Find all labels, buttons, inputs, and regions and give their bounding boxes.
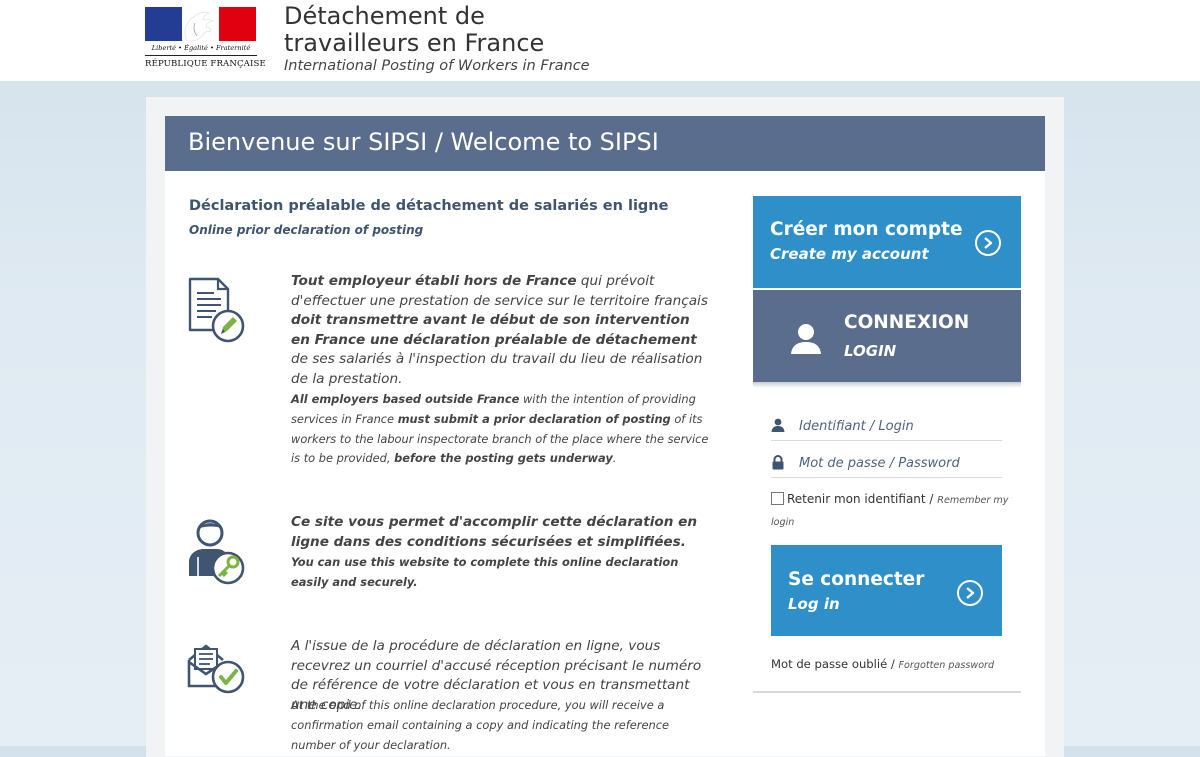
forgot-password-link[interactable]: Mot de passe oublié / Forgotten password	[771, 657, 994, 671]
login-label: LOGIN	[844, 342, 897, 360]
login-field[interactable]	[771, 413, 1002, 441]
forgot-label-en: Forgotten password	[898, 660, 995, 671]
site-title-line1: Détachement de	[284, 2, 485, 30]
password-field[interactable]	[771, 450, 1002, 478]
intro-title: Déclaration préalable de détachement de …	[189, 198, 669, 214]
login-button-label-en: Log in	[788, 595, 840, 613]
flag-motto: Liberté • Égalité • Fraternité	[151, 44, 251, 52]
forgot-label-fr: Mot de passe oublié /	[771, 657, 899, 671]
divider	[145, 55, 257, 56]
marianne-profile-icon	[184, 12, 214, 41]
divider	[753, 691, 1021, 693]
create-account-button[interactable]: Créer mon compte Create my account	[753, 196, 1021, 288]
tricolor-flag	[145, 7, 256, 41]
site-header: Liberté • Égalité • Fraternité RÉPUBLIQU…	[0, 0, 1200, 81]
intro-subtitle: Online prior declaration of posting	[189, 223, 424, 237]
remember-label-fr: Retenir mon identifiant /	[787, 492, 938, 506]
republique-francaise-text: RÉPUBLIQUE FRANÇAISE	[145, 59, 266, 69]
site-title-line2: travailleurs en France	[284, 29, 545, 57]
site-title[interactable]: Détachement de travailleurs en France	[284, 3, 544, 57]
welcome-banner: Bienvenue sur SIPSI / Welcome to SIPSI	[165, 116, 1045, 171]
block2-english-text: You can use this website to complete thi…	[291, 555, 679, 589]
block2-french-text: Ce site vous permet d'accomplir cette dé…	[291, 514, 698, 550]
user-icon	[791, 324, 821, 354]
user-icon	[771, 418, 785, 432]
chevron-right-icon	[975, 230, 1001, 256]
login-panel-header[interactable]: CONNEXION LOGIN	[753, 290, 1021, 382]
chevron-right-icon	[957, 580, 983, 606]
create-account-label-en: Create my account	[770, 245, 929, 263]
create-account-label-fr: Créer mon compte	[770, 219, 963, 240]
welcome-title: Bienvenue sur SIPSI / Welcome to SIPSI	[188, 128, 659, 156]
login-button[interactable]: Se connecter Log in	[771, 545, 1002, 636]
block3-english-text: At the end of this online declaration pr…	[291, 698, 669, 752]
lock-icon	[772, 455, 784, 470]
login-input[interactable]	[799, 415, 999, 437]
user-key-icon	[189, 519, 245, 585]
password-input[interactable]	[799, 452, 999, 474]
login-button-label-fr: Se connecter	[788, 569, 925, 590]
block1-english-text: All employers based outside France with …	[291, 392, 709, 466]
panel-shadow	[753, 382, 1021, 388]
document-pencil-icon	[188, 277, 245, 343]
remember-me[interactable]: Retenir mon identifiant / Remember my lo…	[771, 489, 1011, 533]
marianne-logo[interactable]: Liberté • Égalité • Fraternité RÉPUBLIQU…	[145, 7, 266, 73]
block1-french-text: Tout employeur établi hors de France qui…	[291, 273, 708, 387]
connexion-label: CONNEXION	[844, 312, 970, 333]
remember-checkbox[interactable]	[771, 492, 784, 505]
site-subtitle: International Posting of Workers in Fran…	[284, 58, 590, 74]
mail-check-icon	[187, 644, 245, 694]
